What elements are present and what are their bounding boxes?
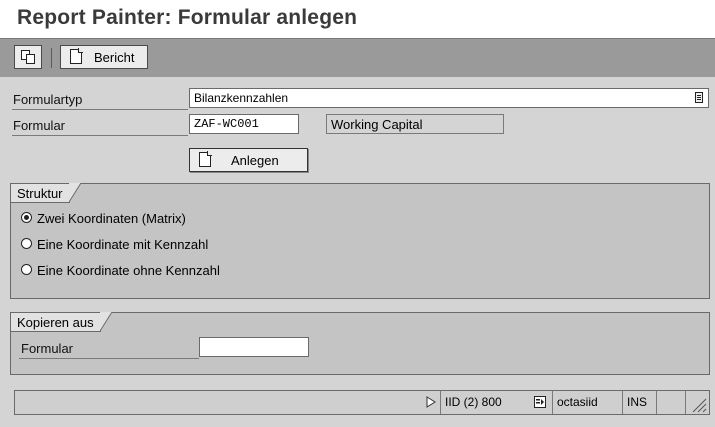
kopieren-title-text: Kopieren aus <box>17 315 94 330</box>
formular-value: ZAF-WC001 <box>194 117 259 131</box>
tab-slant <box>68 183 81 202</box>
formulartyp-value: Bilanzkennzahlen <box>194 91 289 105</box>
status-user-text: octasiid <box>557 395 598 409</box>
radio-label: Zwei Koordinaten (Matrix) <box>37 211 186 226</box>
title-bar: Report Painter: Formular anlegen <box>0 0 715 38</box>
status-system-text: IID (2) 800 <box>445 395 502 409</box>
radio-unselected-icon <box>21 238 32 249</box>
anlegen-button-label: Anlegen <box>231 153 279 168</box>
formular-input[interactable]: ZAF-WC001 <box>189 114 299 134</box>
status-mode[interactable]: INS <box>622 391 656 414</box>
status-mode-text: INS <box>627 395 648 409</box>
anlegen-button[interactable]: Anlegen <box>189 148 308 172</box>
copy-icon <box>21 50 35 64</box>
formulartyp-input[interactable]: Bilanzkennzahlen <box>189 88 709 108</box>
bericht-button[interactable]: Bericht <box>60 45 148 69</box>
formular-label-underline <box>12 135 188 136</box>
kopieren-formular-label: Formular <box>21 341 74 356</box>
formulartyp-label: Formulartyp <box>13 92 83 107</box>
bericht-button-label: Bericht <box>94 50 135 65</box>
radio-selected-icon <box>21 212 32 223</box>
f4-help-icon[interactable] <box>695 92 703 103</box>
struktur-group: Struktur Zwei Koordinaten (Matrix) Eine … <box>10 183 710 299</box>
resize-grip-icon <box>692 398 707 413</box>
window-title: Report Painter: Formular anlegen <box>17 6 358 29</box>
radio-unselected-icon <box>21 264 32 275</box>
status-toggle[interactable] <box>422 391 440 414</box>
document-icon <box>70 48 83 64</box>
formulartyp-label-underline <box>12 109 188 110</box>
struktur-title-text: Struktur <box>17 186 63 201</box>
status-spacer <box>656 391 685 414</box>
main-area: Formulartyp Bilanzkennzahlen Formular ZA… <box>0 77 715 427</box>
session-icon[interactable] <box>534 396 546 408</box>
radio-label: Eine Koordinate ohne Kennzahl <box>37 263 220 278</box>
play-triangle-icon <box>426 396 436 408</box>
struktur-group-title: Struktur <box>11 183 81 203</box>
kopieren-formular-underline <box>19 358 199 359</box>
formular-description-text: Working Capital <box>331 117 423 132</box>
tab-slant <box>99 312 112 331</box>
copy-button[interactable] <box>14 45 42 69</box>
toolbar-separator <box>51 48 52 68</box>
status-system: IID (2) 800 <box>440 391 552 414</box>
document-icon <box>199 151 212 167</box>
formular-description: Working Capital <box>326 114 504 134</box>
formular-label: Formular <box>13 118 66 133</box>
status-user: octasiid <box>552 391 622 414</box>
kopieren-group: Kopieren aus Formular <box>10 312 710 375</box>
kopieren-formular-input[interactable] <box>199 337 309 357</box>
radio-label: Eine Koordinate mit Kennzahl <box>37 237 209 252</box>
resize-grip[interactable] <box>685 391 709 414</box>
kopieren-group-title: Kopieren aus <box>11 312 112 332</box>
status-bar: IID (2) 800 octasiid INS <box>14 390 710 415</box>
application-toolbar: Bericht <box>0 38 715 78</box>
